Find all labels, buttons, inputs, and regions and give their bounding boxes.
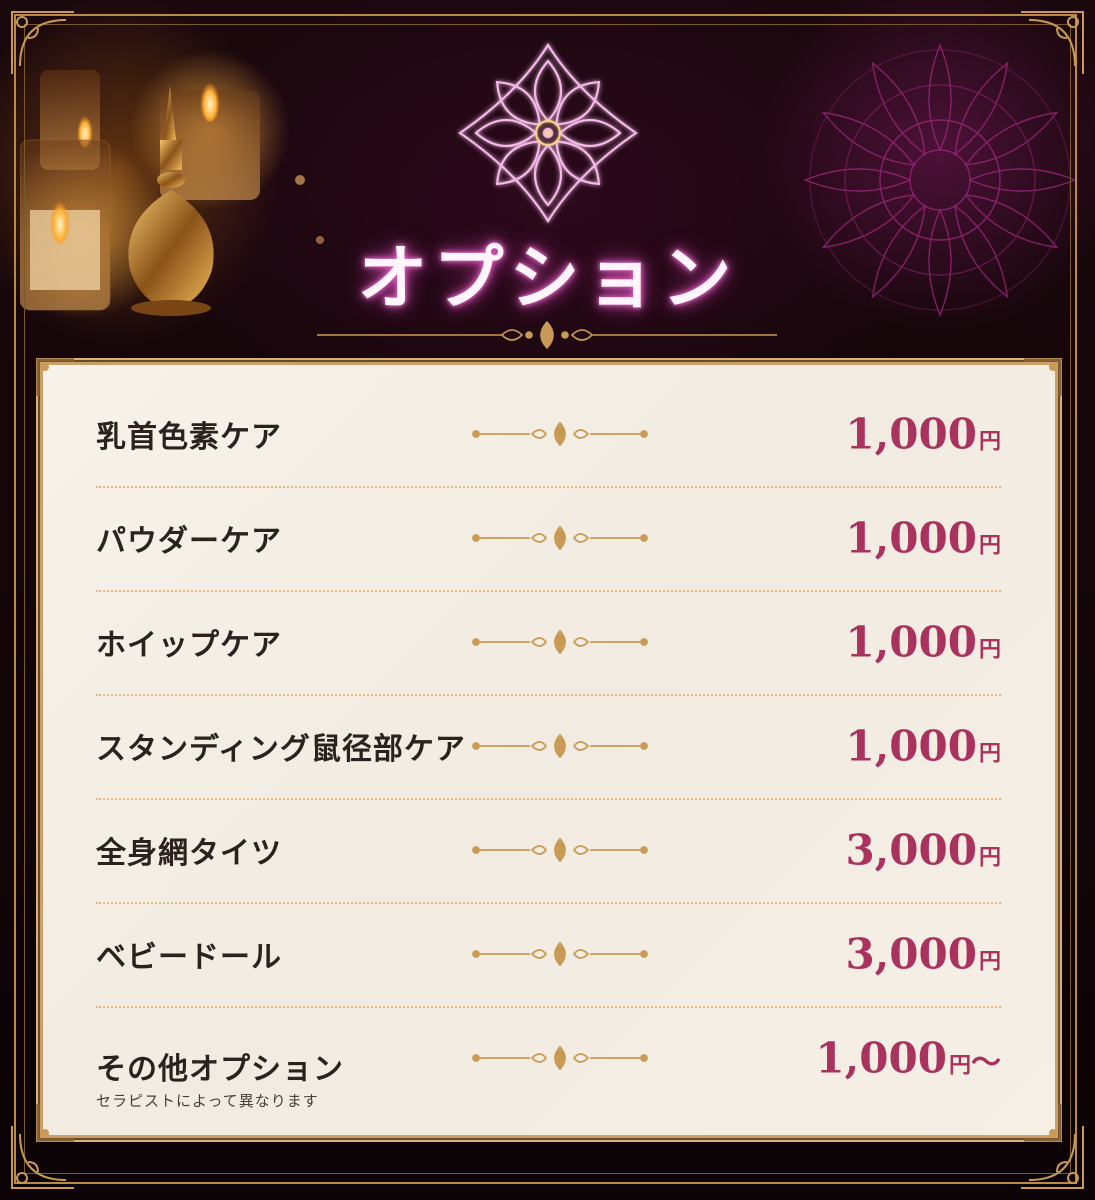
option-price: 1,000円 [845,617,1001,667]
list-item: スタンディング鼠径部ケア 1,000円 [96,694,1001,800]
flourish-divider-icon [472,526,648,550]
option-price: 1,000円 [845,409,1001,459]
background: オプション 乳首色素ケア 1,000円 パウダーケア 1,000円 ホイップケア… [0,0,1095,1200]
option-note: セラピストによって異なります [96,1092,319,1110]
option-name: ホイップケア [96,628,282,663]
list-item: ベビードール 3,000円 [96,902,1001,1008]
corner-ornament-icon [1017,8,1087,78]
list-item: 全身網タイツ 3,000円 [96,798,1001,904]
flourish-divider-icon [472,942,648,966]
flourish-divider-icon [472,734,648,758]
option-price: 1,000円〜 [815,1033,1001,1083]
list-item: その他オプション セラピストによって異なります 1,000円〜 [96,1006,1001,1111]
option-name: 全身網タイツ [96,836,282,871]
flourish-divider-icon [472,1046,648,1070]
corner-ornament-icon [1022,1102,1062,1142]
option-name: スタンディング鼠径部ケア [96,732,466,767]
option-name: パウダーケア [96,524,282,559]
flourish-divider-icon [472,630,648,654]
flourish-divider-icon [472,838,648,862]
option-price: 3,000円 [845,825,1001,875]
corner-ornament-icon [36,358,76,398]
option-name: ベビードール [96,940,282,975]
list-item: 乳首色素ケア 1,000円 [96,382,1001,488]
option-price: 1,000円 [845,721,1001,771]
corner-ornament-icon [36,1102,76,1142]
list-item: ホイップケア 1,000円 [96,590,1001,696]
option-name: 乳首色素ケア [96,420,282,455]
flourish-divider-icon [472,422,648,446]
list-item: パウダーケア 1,000円 [96,486,1001,592]
corner-ornament-icon [1022,358,1062,398]
option-name: その他オプション [96,1052,344,1087]
option-price: 1,000円 [845,513,1001,563]
option-price: 3,000円 [845,929,1001,979]
corner-ornament-icon [8,8,78,78]
